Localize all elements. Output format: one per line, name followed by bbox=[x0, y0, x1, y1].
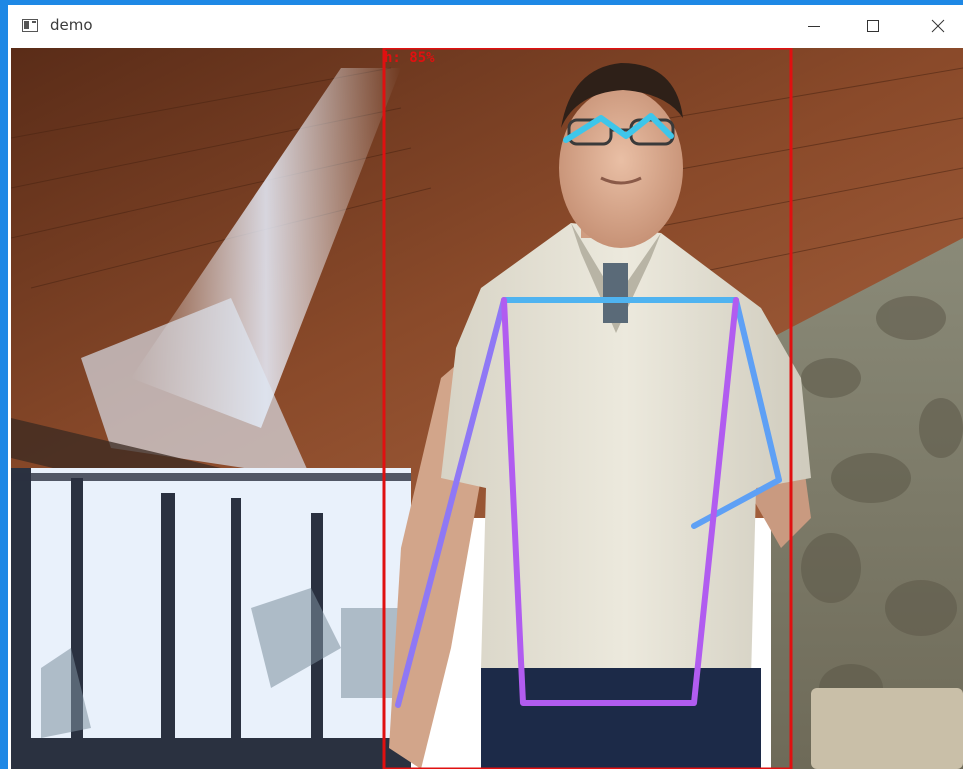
app-window: demo h: 85% bbox=[8, 5, 963, 769]
camera-feed: h: 85% bbox=[11, 48, 963, 769]
close-icon bbox=[931, 19, 945, 33]
maximize-icon bbox=[867, 20, 879, 32]
table-corner bbox=[811, 688, 963, 769]
camera-frame bbox=[11, 48, 963, 769]
app-window-icon bbox=[22, 19, 38, 32]
bounding-box-label: h: 85% bbox=[384, 50, 435, 66]
minimize-button[interactable] bbox=[791, 5, 837, 48]
close-button[interactable] bbox=[915, 5, 961, 48]
maximize-button[interactable] bbox=[850, 5, 896, 48]
title-bar[interactable]: demo bbox=[8, 5, 963, 48]
minimize-icon bbox=[808, 26, 820, 27]
window-title: demo bbox=[50, 16, 93, 34]
